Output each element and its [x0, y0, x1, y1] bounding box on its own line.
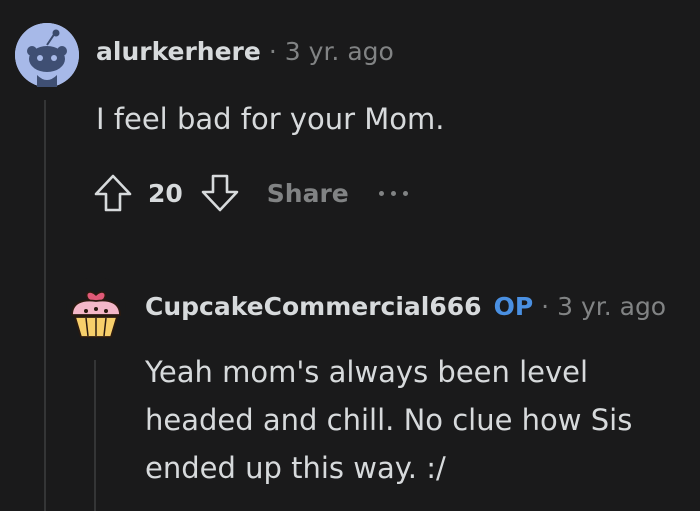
reply-body-line: Yeah mom's always been level	[145, 355, 589, 389]
more-options-icon[interactable]	[378, 190, 408, 196]
timestamp[interactable]: 3 yr. ago	[557, 292, 666, 321]
share-button[interactable]: Share	[267, 179, 349, 208]
username[interactable]: CupcakeCommercial666	[145, 292, 482, 321]
reply-header: CupcakeCommercial666 OP · 3 yr. ago	[145, 292, 666, 321]
thread-line-reply[interactable]	[94, 360, 96, 511]
snoo-avatar-icon[interactable]	[15, 23, 79, 87]
op-badge: OP	[493, 292, 534, 321]
reply-body-line: headed and chill. No clue how Sis	[145, 403, 633, 437]
separator: ·	[268, 37, 277, 66]
timestamp[interactable]: 3 yr. ago	[285, 37, 394, 66]
upvote-icon[interactable]	[92, 172, 134, 214]
cupcake-avatar-icon[interactable]	[66, 275, 126, 339]
comment-actions: 20 Share	[92, 172, 408, 214]
username[interactable]: alurkerhere	[96, 37, 261, 66]
comment-body: I feel bad for your Mom.	[96, 102, 445, 136]
downvote-icon[interactable]	[199, 172, 241, 214]
reply-body: Yeah mom's always been level headed and …	[145, 348, 632, 492]
separator: ·	[541, 292, 550, 321]
comment-header: alurkerhere · 3 yr. ago	[96, 37, 394, 66]
reply-body-line: ended up this way. :/	[145, 451, 446, 485]
thread-line[interactable]	[44, 100, 46, 511]
vote-count: 20	[148, 178, 183, 208]
